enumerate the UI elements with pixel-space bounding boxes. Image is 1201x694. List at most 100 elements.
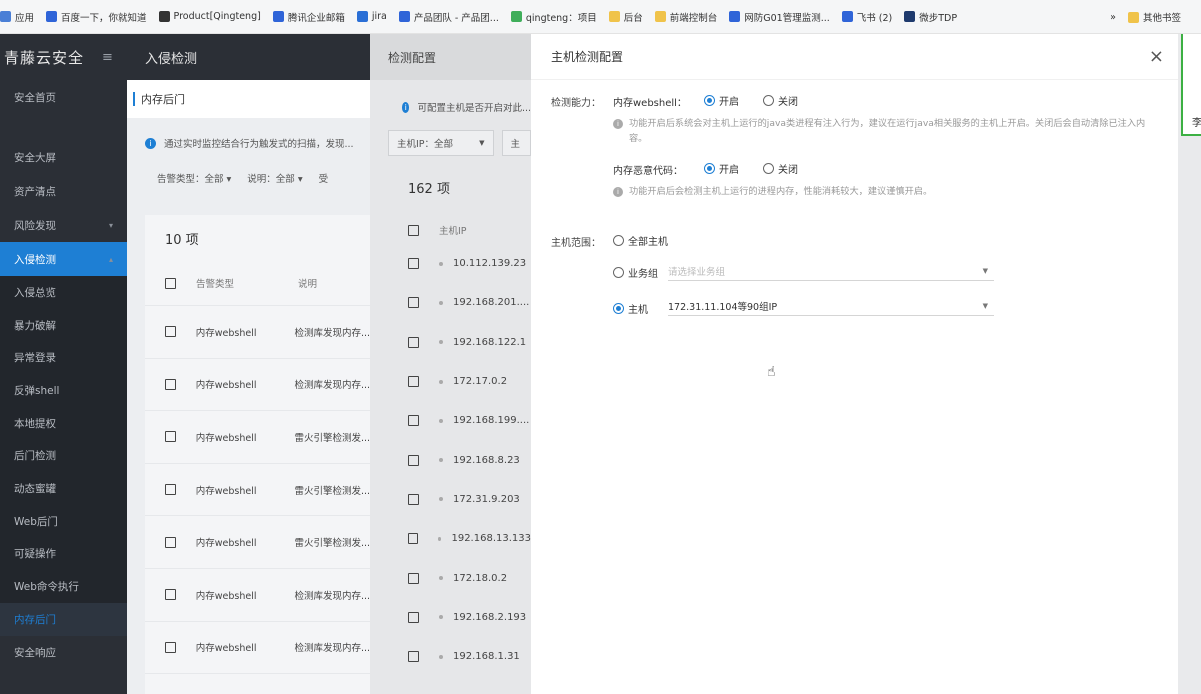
radio-unchecked-icon [613,267,624,278]
row-checkbox[interactable] [165,484,176,496]
sidebar-item[interactable]: 入侵检测 ▴ [0,242,127,276]
host-row[interactable]: 10.112.139.23 [370,244,531,283]
host-ip-filter-value: 主机IP：全部 [397,139,454,150]
sidebar-subitem[interactable]: Web后门 [0,504,127,538]
sidebar-subitem[interactable]: 动态蜜罐 [0,472,127,505]
row-checkbox[interactable] [165,536,176,548]
bookmark-item[interactable]: 前端控制台 [654,10,717,24]
row-checkbox[interactable] [408,297,419,309]
bookmark-icon [398,11,410,22]
host-ip-filter[interactable]: 主机IP：全部 ▼ [388,130,494,156]
row-checkbox[interactable] [165,589,176,601]
sidebar-item[interactable]: 风险发现 ▾ [0,208,127,242]
host-detection-config-drawer: 主机检测配置 × 检测能力： 内存webshell： 开启 关闭 i 功能开启后… [531,34,1178,694]
scope-all-label: 全部主机 [628,237,668,248]
bookmark-item[interactable]: 产品团队 - 产品团... [398,10,499,24]
detection-config-info-text: 可配置主机是否开启对此... [417,103,531,114]
host-row[interactable]: 172.31.9.203 [370,480,531,519]
close-icon[interactable]: × [1149,46,1164,67]
host-row[interactable]: 172.17.0.2 [370,362,531,401]
sidebar-subitem[interactable]: 入侵总览 [0,276,127,309]
bookmark-icon [841,11,853,22]
sidebar-subitem[interactable]: 异常登录 [0,341,127,375]
row-checkbox[interactable] [408,454,419,466]
bookmark-item[interactable]: 应用 [0,10,34,24]
sidebar-subitem[interactable]: 本地提权 [0,406,127,440]
host-ip-cell: 192.168.1.31 [453,651,520,663]
filter-dropdown[interactable]: 说明：全部 ▾ [247,171,302,185]
table-row[interactable]: 内存webshell检测库发现内存... [145,620,370,674]
alert-desc-cell: 检测库发现内存... [294,327,370,339]
row-checkbox[interactable] [408,336,419,348]
bookmark-item[interactable]: 百度一下，你就知道 [46,10,147,24]
scope-host-radio[interactable]: 主机 [613,301,648,316]
bookmark-item[interactable]: 后台 [608,10,643,24]
sidebar-item[interactable]: 安全响应 [0,636,127,670]
bookmark-item[interactable]: jira [356,11,387,22]
table-row[interactable]: 内存webshell检测库发现内存... [145,673,370,694]
bookmark-item[interactable]: 飞书 (2) [841,10,892,24]
scope-all-radio[interactable]: 全部主机 [613,233,668,248]
host-row[interactable]: 192.168.13.133 [370,519,531,558]
filter-dropdown[interactable]: 受 [319,171,329,185]
malcode-radio-on[interactable]: 开启 [704,161,739,176]
filter-dropdown[interactable]: 告警类型：全部 ▾ [157,171,231,185]
row-checkbox[interactable] [165,326,176,338]
status-dot-icon [439,458,443,463]
row-checkbox[interactable] [408,572,419,584]
other-bookmarks-folder[interactable]: 其他书签 [1127,10,1181,24]
table-row[interactable]: 内存webshell 雷火引擎检测发... [145,462,370,516]
row-checkbox[interactable] [165,431,176,443]
sidebar-subitem[interactable]: 暴力破解 [0,308,127,342]
row-checkbox[interactable] [408,376,419,388]
sidebar-item[interactable]: 安全首页 [0,80,127,114]
bookmark-item[interactable]: Product[Qingteng] [158,11,261,22]
row-checkbox[interactable] [165,378,176,390]
sidebar-subitem[interactable]: 反弹shell [0,374,127,407]
host-row[interactable]: 192.168.122.1 [370,323,531,362]
scope-group-radio[interactable]: 业务组 [613,265,658,280]
host-row[interactable]: 192.168.199.... [370,401,531,440]
webshell-radio-on[interactable]: 开启 [704,93,739,108]
sidebar-item[interactable]: 资产清点 [0,174,127,208]
host-row[interactable]: 192.168.2.193 [370,598,531,637]
host-row[interactable]: 192.168.8.23 [370,440,531,479]
info-text: 通过实时监控结合行为触发式的扫描，发现... [164,139,354,150]
host-row[interactable]: 172.18.0.2 [370,558,531,597]
host-row[interactable]: 192.168.1.31 [370,637,531,676]
host-row[interactable]: 192.168.201.... [370,283,531,322]
table-row[interactable]: 内存webshell检测库发现内存... [145,305,370,358]
host-select[interactable]: 172.31.11.104等90组IP ▼ [668,296,994,316]
table-row[interactable]: 内存webshell检测库发现内存... [145,357,370,411]
webshell-radio-off[interactable]: 关闭 [763,93,798,108]
menu-collapse-icon[interactable]: ≡ [102,50,114,65]
bookmark-item[interactable]: 网防G01管理监测... [729,10,830,24]
select-all-hosts-checkbox[interactable] [408,224,419,236]
sidebar-item[interactable]: 安全大屏 [0,140,127,174]
row-checkbox[interactable] [408,651,419,663]
table-row[interactable]: 内存webshell 雷火引擎检测发... [145,515,370,568]
business-group-select[interactable]: 请选择业务组 ▼ [668,261,994,281]
sidebar-subitem[interactable]: 内存后门 [0,602,127,636]
malcode-radio-off[interactable]: 关闭 [763,161,798,176]
bookmark-item[interactable]: qingteng：项目 [510,10,597,24]
bookmark-item[interactable]: 微步TDP [904,10,957,24]
bookmark-item[interactable]: 腾讯企业邮箱 [272,10,345,24]
table-row[interactable]: 内存webshell 雷火引擎检测发... [145,410,370,463]
sidebar-subitem[interactable]: 可疑操作 [0,537,127,571]
sidebar-subitem[interactable]: Web命令执行 [0,570,127,603]
section-title: 内存后门 [127,80,370,118]
row-checkbox[interactable] [408,611,419,623]
bookmarks-more-button[interactable]: » [1110,12,1116,23]
table-row[interactable]: 内存webshell检测库发现内存... [145,567,370,621]
row-checkbox[interactable] [165,641,176,653]
row-checkbox[interactable] [408,493,419,505]
sidebar-subitem[interactable]: 后门检测 [0,439,127,473]
row-checkbox[interactable] [408,415,419,427]
row-checkbox[interactable] [408,533,418,545]
alert-desc-cell: 雷火引擎检测发... [294,432,370,444]
second-filter[interactable]: 主 [501,130,531,156]
select-all-checkbox[interactable] [165,277,176,289]
row-checkbox[interactable] [408,258,419,270]
alert-type-cell: 内存webshell [195,485,257,497]
